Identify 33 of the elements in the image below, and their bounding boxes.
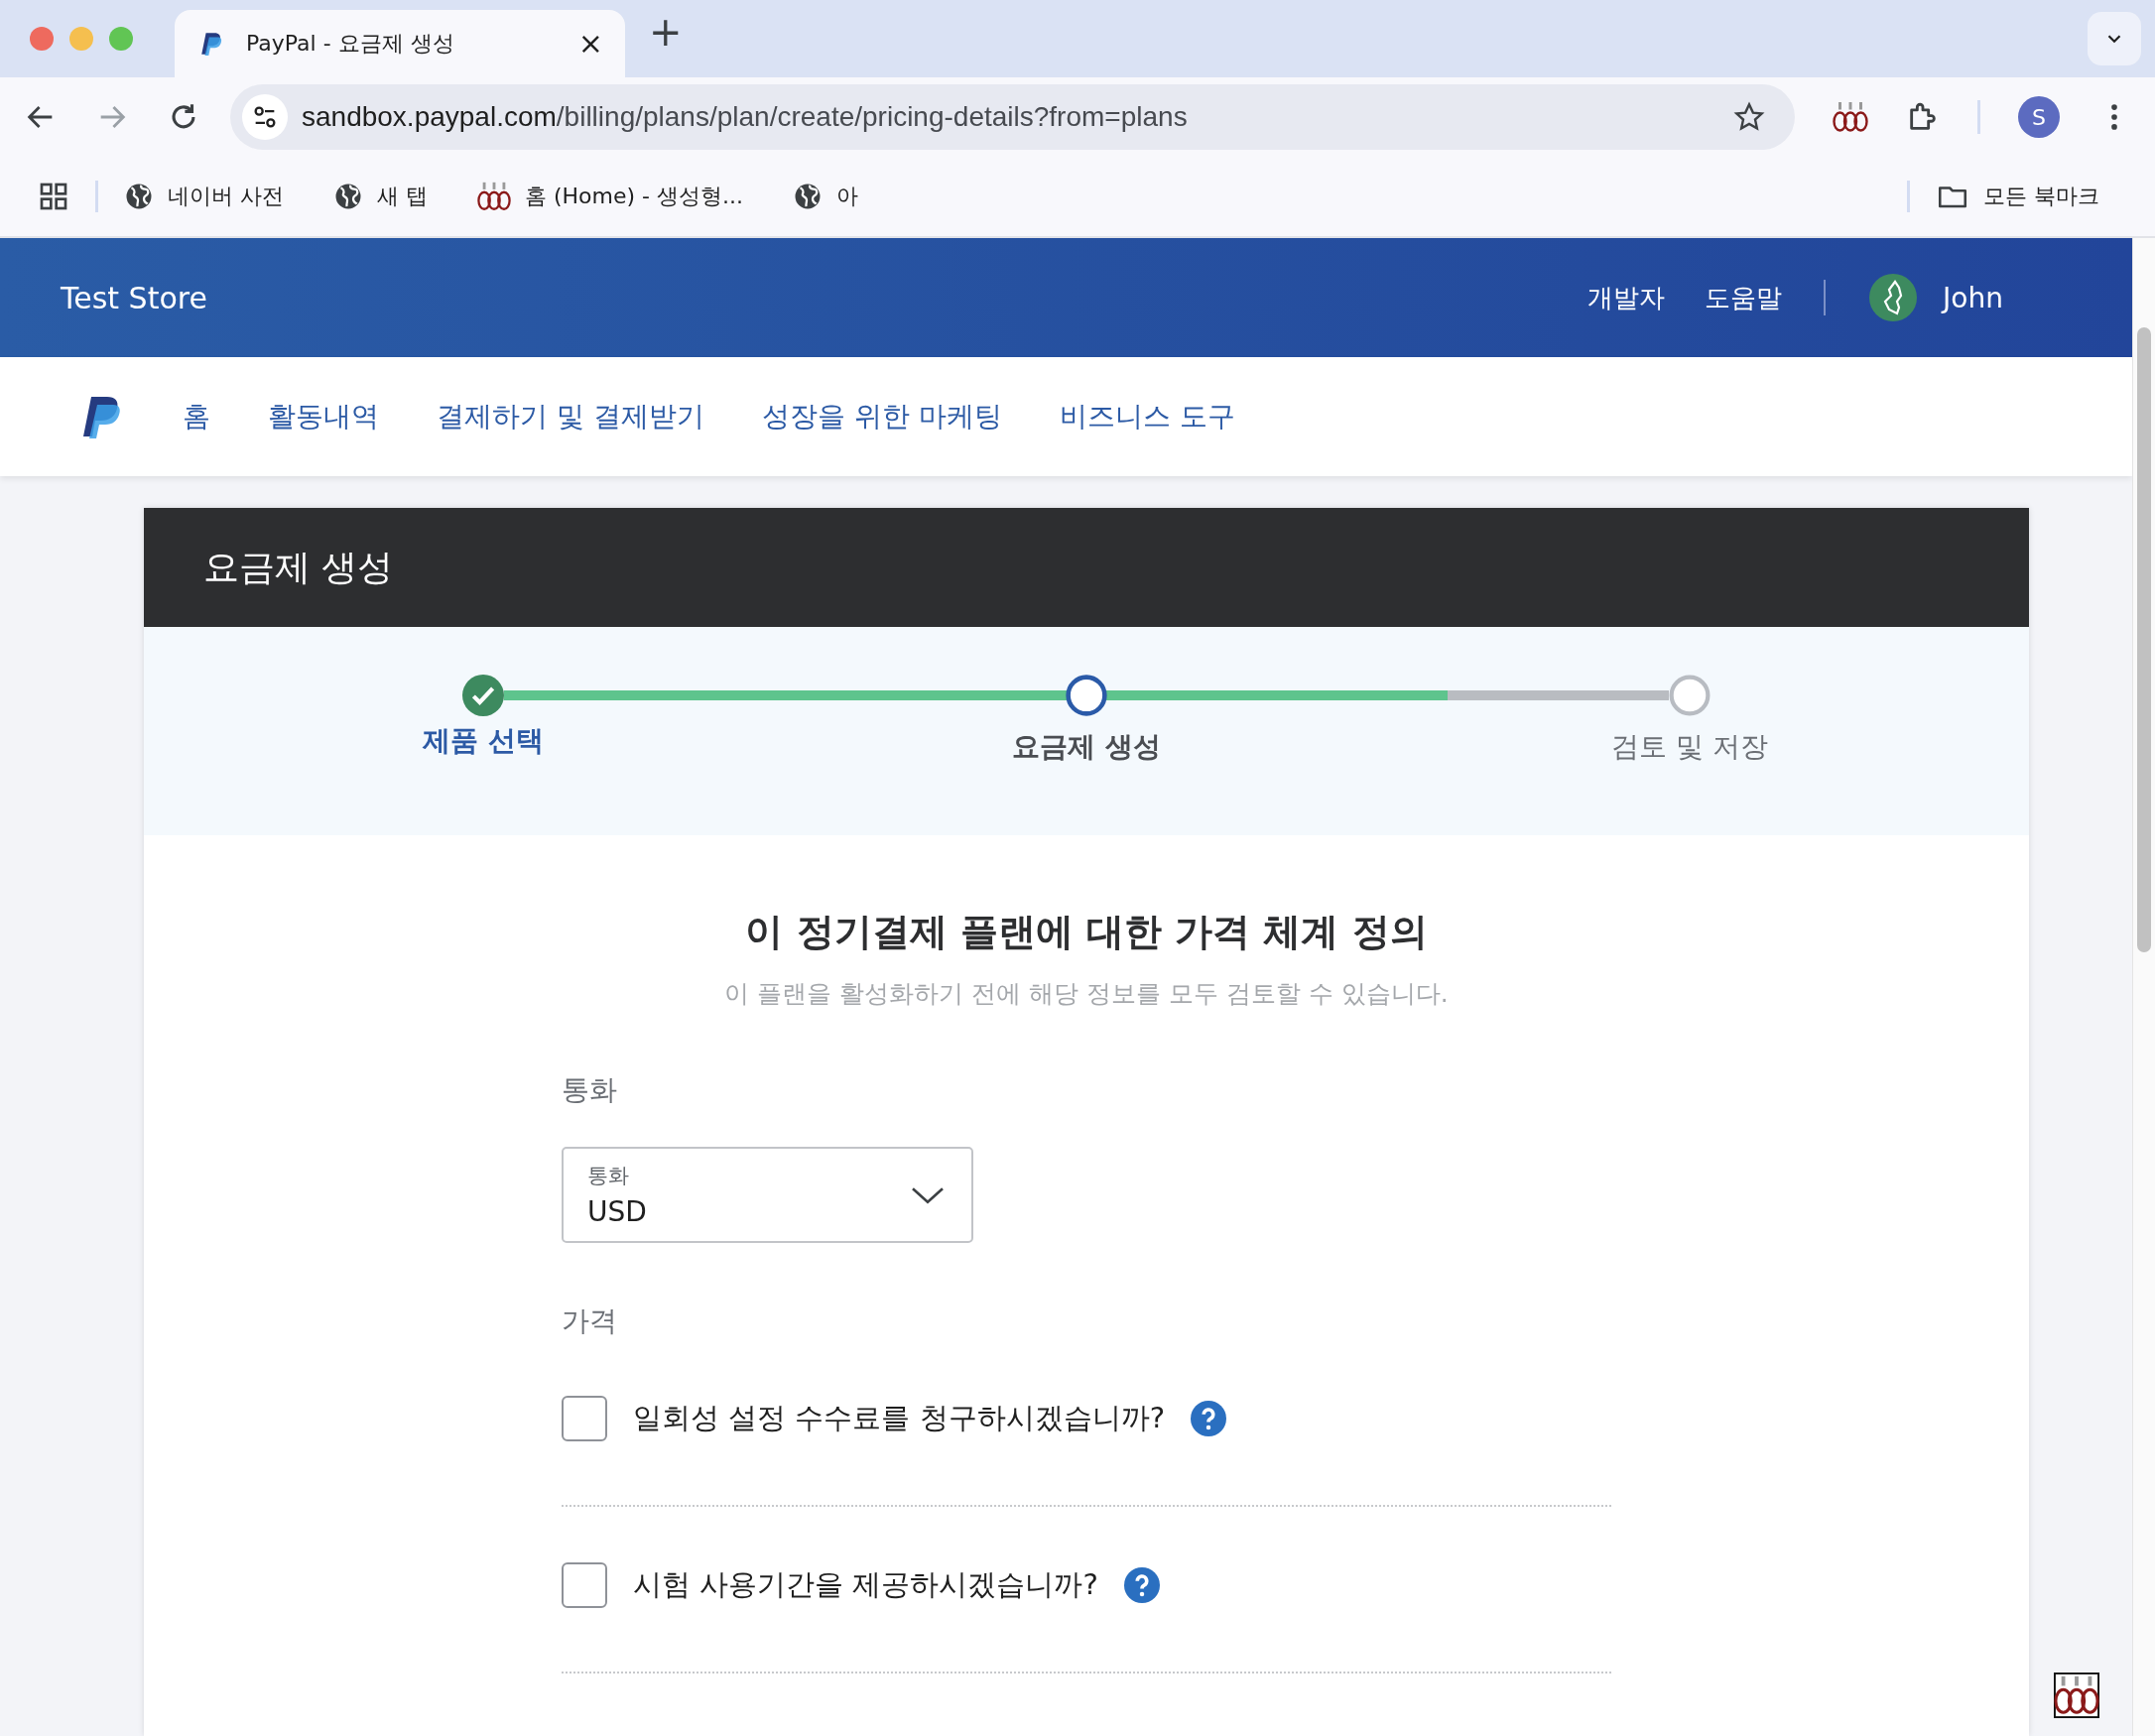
step-label: 요금제 생성 bbox=[1012, 729, 1161, 765]
user-name[interactable]: John bbox=[1943, 281, 2003, 314]
checkbox-label: 일회성 설정 수수료를 청구하시겠습니까? bbox=[633, 1400, 1166, 1436]
step-label: 검토 및 저장 bbox=[1611, 729, 1768, 765]
checkbox-label: 시험 사용기간을 제공하시겠습니까? bbox=[633, 1566, 1098, 1603]
field-label: 가격 bbox=[562, 1303, 618, 1339]
section-heading: 이 정기결제 플랜에 대한 가격 체계 정의 bbox=[744, 909, 1429, 955]
address-bar[interactable]: sandbox.paypal.com/billing/plans/plan/create/pricing-details?from=plans bbox=[230, 84, 1796, 150]
header-link[interactable]: 도움말 bbox=[1705, 280, 1783, 315]
close-tab-button[interactable]: × bbox=[577, 29, 603, 59]
section-subtitle: 이 플랜을 활성화하기 전에 해당 정보를 모두 검토할 수 있습니다. bbox=[723, 978, 1450, 1010]
nav-link[interactable]: 홈 bbox=[183, 398, 210, 435]
step-label[interactable]: 제품 선택 bbox=[423, 722, 544, 760]
store-name: Test Store bbox=[61, 280, 207, 315]
bookmark-item[interactable]: 아 bbox=[793, 182, 859, 211]
bookmark-item[interactable]: 네이버 사전 bbox=[124, 182, 284, 211]
dropdown-value: USD bbox=[587, 1195, 648, 1228]
url-text: sandbox.paypal.com/billing/plans/plan/create/pricing-details?from=plans bbox=[302, 101, 1188, 133]
nav-link[interactable]: 성장을 위한 마케팅 bbox=[761, 398, 1002, 435]
profile-avatar[interactable]: S bbox=[2018, 96, 2060, 138]
nav-link[interactable]: 결제하기 및 결제받기 bbox=[437, 398, 704, 435]
bookmark-item[interactable]: 홈 (Home) - 생성형... bbox=[477, 180, 744, 213]
nav-link[interactable]: 활동내역 bbox=[268, 398, 379, 435]
new-tab-button[interactable]: + bbox=[649, 12, 683, 52]
all-bookmarks-button[interactable]: 모든 북마크 bbox=[1936, 180, 2099, 213]
dropdown-label: 통화 bbox=[587, 1163, 630, 1189]
bookmark-item[interactable]: 새 탭 bbox=[333, 182, 428, 211]
currency-dropdown[interactable]: 통화 USD bbox=[562, 1147, 973, 1243]
browser-tab[interactable]: PayPal - 요금제 생성 × bbox=[175, 10, 625, 77]
nav-link[interactable]: 비즈니스 도구 bbox=[1059, 398, 1235, 435]
header-link[interactable]: 개발자 bbox=[1587, 280, 1666, 315]
page-title: 요금제 생성 bbox=[144, 508, 2029, 627]
field-label: 통화 bbox=[562, 1072, 618, 1108]
